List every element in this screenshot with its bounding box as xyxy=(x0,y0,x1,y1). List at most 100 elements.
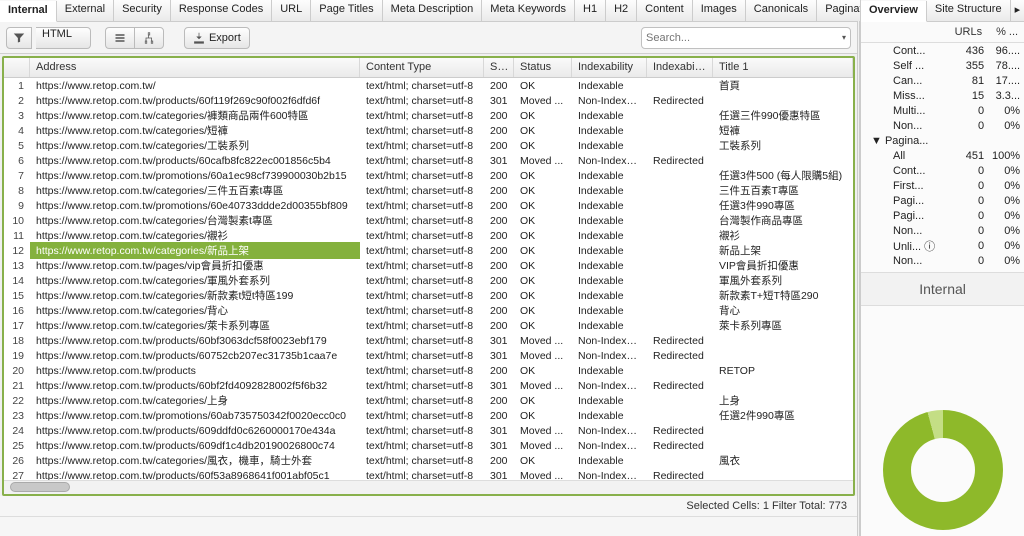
tab-content[interactable]: Content xyxy=(637,0,693,21)
table-row[interactable]: 6https://www.retop.com.tw/products/60caf… xyxy=(4,153,853,168)
column-header[interactable]: Title 1 xyxy=(713,58,853,77)
table-row[interactable]: 23https://www.retop.com.tw/promotions/60… xyxy=(4,408,853,423)
overview-group[interactable]: ▼ Pagina... xyxy=(865,133,1020,148)
cell: text/html; charset=utf-8 xyxy=(360,394,484,408)
table-row[interactable]: 20https://www.retop.com.tw/productstext/… xyxy=(4,363,853,378)
tab-internal[interactable]: Internal xyxy=(0,1,57,22)
cell: 200 xyxy=(484,259,514,273)
tab-meta-keywords[interactable]: Meta Keywords xyxy=(482,0,575,21)
cell: Redirected xyxy=(647,349,713,363)
cell: 8 xyxy=(4,184,30,198)
tab-external[interactable]: External xyxy=(57,0,114,21)
overview-col-percent: % ... xyxy=(982,26,1018,38)
cell: 200 xyxy=(484,109,514,123)
table-row[interactable]: 1https://www.retop.com.tw/text/html; cha… xyxy=(4,78,853,93)
filter-dropdown[interactable]: HTML ▾ xyxy=(6,27,85,49)
overview-row[interactable]: Unli... ⓘ00% xyxy=(865,238,1020,253)
table-row[interactable]: 4https://www.retop.com.tw/categories/短褲t… xyxy=(4,123,853,138)
cell: 24 xyxy=(4,424,30,438)
tab-page-titles[interactable]: Page Titles xyxy=(311,0,382,21)
cell: Non-Indexable xyxy=(572,439,647,453)
table-row[interactable]: 5https://www.retop.com.tw/categories/工裝系… xyxy=(4,138,853,153)
table-row[interactable]: 2https://www.retop.com.tw/products/60f11… xyxy=(4,93,853,108)
cell: text/html; charset=utf-8 xyxy=(360,454,484,468)
overview-row[interactable]: Cont...43696.... xyxy=(865,43,1020,58)
table-row[interactable]: 19https://www.retop.com.tw/products/6075… xyxy=(4,348,853,363)
overview-row[interactable]: Cont...00% xyxy=(865,163,1020,178)
table-row[interactable]: 12https://www.retop.com.tw/categories/新品… xyxy=(4,243,853,258)
overview-row[interactable]: Self ...35578.... xyxy=(865,58,1020,73)
cell xyxy=(647,265,713,267)
cell: text/html; charset=utf-8 xyxy=(360,334,484,348)
column-header[interactable]: Address xyxy=(30,58,360,77)
cell: 301 xyxy=(484,94,514,108)
table-row[interactable]: 3https://www.retop.com.tw/categories/褲類商… xyxy=(4,108,853,123)
table-row[interactable]: 27https://www.retop.com.tw/products/60f5… xyxy=(4,468,853,480)
cell: 301 xyxy=(484,379,514,393)
column-header[interactable]: Indexability xyxy=(572,58,647,77)
cell: text/html; charset=utf-8 xyxy=(360,349,484,363)
overview-row[interactable]: Multi...00% xyxy=(865,103,1020,118)
tab-h1[interactable]: H1 xyxy=(575,0,606,21)
overview-row[interactable]: Non...00% xyxy=(865,253,1020,268)
overview-row[interactable]: Non...00% xyxy=(865,223,1020,238)
table-row[interactable]: 17https://www.retop.com.tw/categories/萊卡… xyxy=(4,318,853,333)
search-input[interactable] xyxy=(646,32,842,44)
cell: OK xyxy=(514,289,572,303)
table-row[interactable]: 8https://www.retop.com.tw/categories/三件五… xyxy=(4,183,853,198)
overview-row[interactable]: First...00% xyxy=(865,178,1020,193)
filter-funnel-icon[interactable] xyxy=(6,27,32,49)
cell: text/html; charset=utf-8 xyxy=(360,319,484,333)
tab-canonicals[interactable]: Canonicals xyxy=(746,0,817,21)
cell: 301 xyxy=(484,349,514,363)
column-header[interactable]: Content Type xyxy=(360,58,484,77)
table-row[interactable]: 10https://www.retop.com.tw/categories/台灣… xyxy=(4,213,853,228)
overview-row[interactable]: Pagi...00% xyxy=(865,208,1020,223)
table-row[interactable]: 24https://www.retop.com.tw/products/609d… xyxy=(4,423,853,438)
export-button[interactable]: Export xyxy=(184,27,250,49)
table-row[interactable]: 25https://www.retop.com.tw/products/609d… xyxy=(4,438,853,453)
cell: 3 xyxy=(4,109,30,123)
cell: 200 xyxy=(484,409,514,423)
table-row[interactable]: 18https://www.retop.com.tw/products/60bf… xyxy=(4,333,853,348)
table-row[interactable]: 11https://www.retop.com.tw/categories/襯衫… xyxy=(4,228,853,243)
column-header[interactable]: Indexabili... xyxy=(647,58,713,77)
table-row[interactable]: 7https://www.retop.com.tw/promotions/60a… xyxy=(4,168,853,183)
tab-response-codes[interactable]: Response Codes xyxy=(171,0,272,21)
table-row[interactable]: 22https://www.retop.com.tw/categories/上身… xyxy=(4,393,853,408)
table-row[interactable]: 21https://www.retop.com.tw/products/60bf… xyxy=(4,378,853,393)
tab-h2[interactable]: H2 xyxy=(606,0,637,21)
toolbar: HTML ▾ Export ▾ xyxy=(0,22,857,54)
list-view-button[interactable] xyxy=(105,27,134,49)
table-row[interactable]: 9https://www.retop.com.tw/promotions/60e… xyxy=(4,198,853,213)
column-header[interactable]: St... xyxy=(484,58,514,77)
tab-images[interactable]: Images xyxy=(693,0,746,21)
tab-url[interactable]: URL xyxy=(272,0,311,21)
right-tab-overview[interactable]: Overview xyxy=(861,1,927,22)
cell: 風衣 xyxy=(713,452,853,469)
overview-row[interactable]: Miss...153.3... xyxy=(865,88,1020,103)
table-row[interactable]: 15https://www.retop.com.tw/categories/新款… xyxy=(4,288,853,303)
right-tab-site-structure[interactable]: Site Structure xyxy=(927,0,1011,21)
filter-select[interactable]: HTML xyxy=(36,27,91,49)
overview-row[interactable]: Non...00% xyxy=(865,118,1020,133)
table-row[interactable]: 13https://www.retop.com.tw/pages/vip會員折扣… xyxy=(4,258,853,273)
horizontal-scrollbar[interactable] xyxy=(4,480,853,494)
tabs-overflow-icon[interactable]: ▸ xyxy=(1011,0,1024,21)
tab-meta-description[interactable]: Meta Description xyxy=(383,0,483,21)
column-header[interactable]: Status xyxy=(514,58,572,77)
search-dropdown-icon[interactable]: ▾ xyxy=(842,33,846,42)
tab-security[interactable]: Security xyxy=(114,0,171,21)
column-header[interactable] xyxy=(4,58,30,77)
table-row[interactable]: 26https://www.retop.com.tw/categories/風衣… xyxy=(4,453,853,468)
overview-row[interactable]: Pagi...00% xyxy=(865,193,1020,208)
cell xyxy=(713,385,853,387)
tree-view-button[interactable] xyxy=(134,27,164,49)
cell: 200 xyxy=(484,214,514,228)
table-row[interactable]: 16https://www.retop.com.tw/categories/背心… xyxy=(4,303,853,318)
overview-row[interactable]: Can...8117.... xyxy=(865,73,1020,88)
table-row[interactable]: 14https://www.retop.com.tw/categories/軍風… xyxy=(4,273,853,288)
search-box[interactable]: ▾ xyxy=(641,27,851,49)
cell: Non-Indexable xyxy=(572,154,647,168)
overview-row[interactable]: All451100% xyxy=(865,148,1020,163)
